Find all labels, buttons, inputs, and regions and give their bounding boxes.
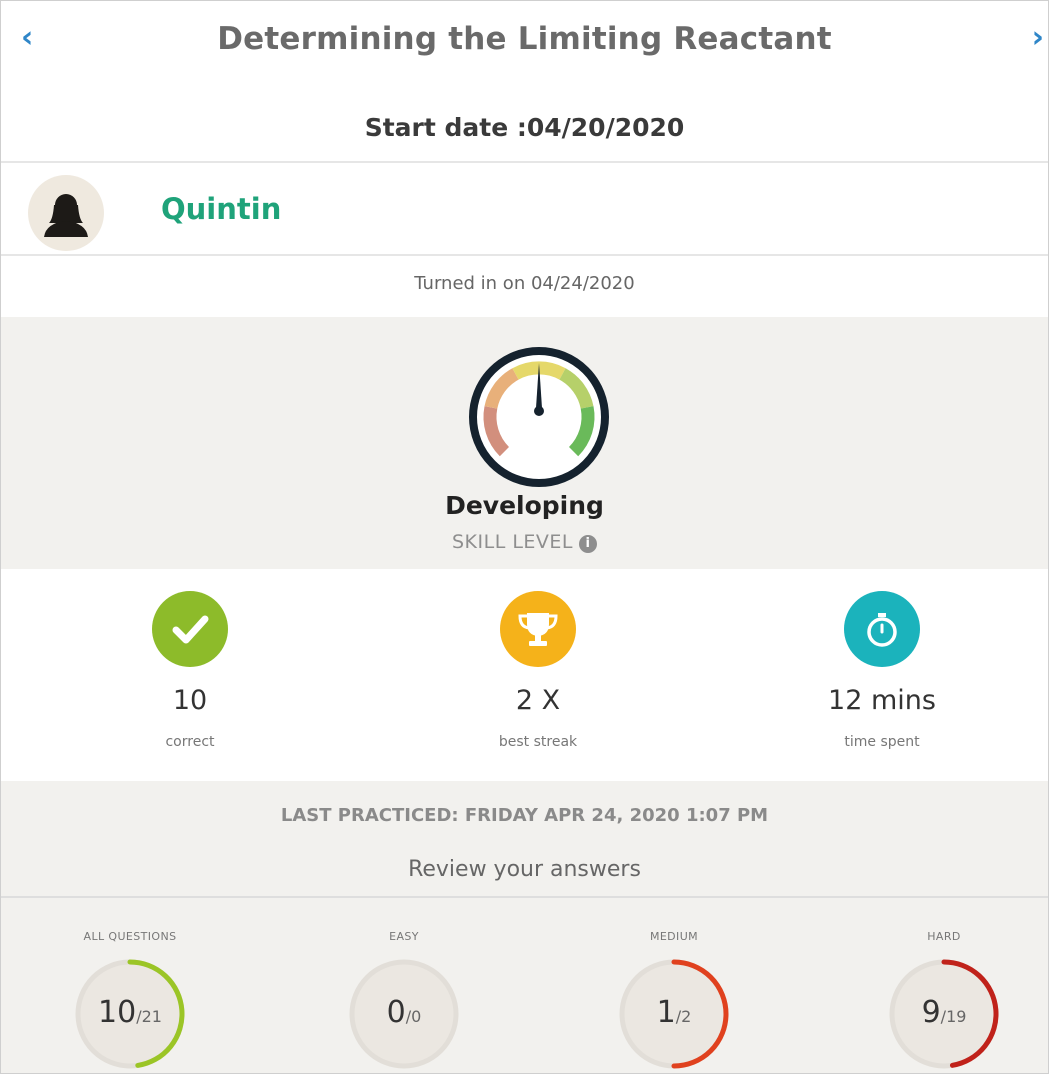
stat-label: correct [165, 734, 215, 750]
checkmark-icon [152, 591, 228, 667]
info-icon[interactable]: i [579, 535, 597, 553]
bucket-total: /2 [675, 1007, 692, 1026]
bucket-total: /21 [136, 1007, 162, 1026]
bucket-total: /19 [940, 1007, 967, 1026]
bucket-score: 0/0 [319, 995, 489, 1030]
bucket-label: ALL QUESTIONS [83, 930, 177, 943]
skill-level-value: Developing [445, 491, 604, 520]
bucket-label: HARD [927, 930, 961, 943]
stopwatch-icon [844, 591, 920, 667]
bucket-correct: 9 [921, 995, 941, 1030]
stats-row: 10 correct 2 X best streak 12 mins time … [1, 569, 1048, 781]
avatar [28, 175, 104, 251]
bucket-label: MEDIUM [649, 930, 699, 943]
speedometer-icon [469, 347, 609, 487]
divider [1, 254, 1048, 256]
bucket-correct: 1 [656, 995, 676, 1030]
stat-value: 2 X [515, 685, 561, 716]
assignment-report: ‹ Determining the Limiting Reactant › St… [0, 0, 1049, 1074]
start-date: Start date :04/20/2020 [364, 113, 685, 142]
chevron-right-icon[interactable]: › [1032, 23, 1044, 53]
student-row: Quintin [1, 164, 1048, 256]
stat-label: time spent [844, 734, 920, 750]
skill-level-label: SKILL LEVEL i [1, 531, 1048, 553]
review-answers-link[interactable]: Review your answers [1, 857, 1048, 882]
divider [1, 161, 1048, 163]
last-practiced: LAST PRACTICED: FRIDAY APR 24, 2020 1:07… [280, 805, 769, 826]
skill-level-caption: SKILL LEVEL [451, 531, 573, 553]
bucket-correct: 10 [98, 995, 137, 1030]
skill-panel: Developing SKILL LEVEL i [1, 317, 1048, 569]
bucket-score: 1/2 [589, 995, 759, 1030]
bucket-score: 10/21 [45, 995, 215, 1030]
student-name[interactable]: Quintin [161, 192, 281, 226]
turned-in-date: Turned in on 04/24/2020 [414, 273, 635, 294]
trophy-icon [500, 591, 576, 667]
bucket-label: EASY [389, 930, 419, 943]
bucket-correct: 0 [386, 995, 406, 1030]
stat-value: 12 mins [828, 685, 936, 716]
bucket-total: /0 [405, 1007, 422, 1026]
user-silhouette-icon [44, 194, 88, 237]
practice-panel: LAST PRACTICED: FRIDAY APR 24, 2020 1:07… [1, 781, 1048, 896]
stat-value: 10 [172, 685, 208, 716]
page-title: Determining the Limiting Reactant [217, 21, 832, 57]
bucket-score: 9/19 [859, 995, 1029, 1030]
header: ‹ Determining the Limiting Reactant › [1, 1, 1048, 81]
question-breakdown: ALL QUESTIONS 10/21 EASY 0/0 MEDIUM 1/2 … [1, 898, 1048, 1073]
stat-label: best streak [498, 734, 578, 750]
